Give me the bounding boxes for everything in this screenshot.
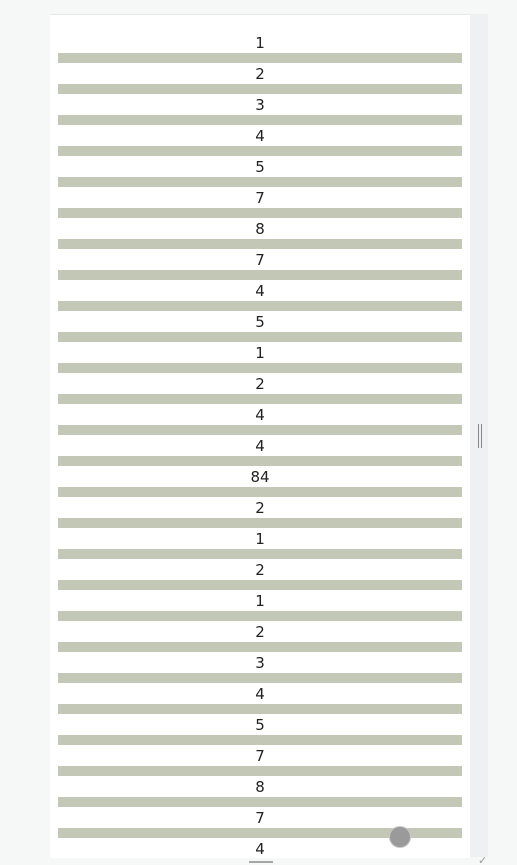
- list-item[interactable]: 2: [58, 551, 462, 590]
- list-item-label: 4: [255, 437, 265, 455]
- list-item[interactable]: 5: [58, 303, 462, 342]
- floating-circle-button[interactable]: [389, 826, 411, 848]
- list-item-label: 7: [255, 251, 265, 269]
- list-item[interactable]: 8: [58, 210, 462, 249]
- list-item-label: 5: [255, 313, 265, 331]
- list-item-label: 1: [255, 592, 265, 610]
- list-item[interactable]: 4: [58, 675, 462, 714]
- list-item-label: 5: [255, 158, 265, 176]
- bottom-tab-indicator: [249, 861, 273, 863]
- list-panel[interactable]: 1 2 3 4 5 7 8 7 4 5 1 2 4 4 84 2 1 2 1 2 3 4 5 7 8 7 4: [50, 14, 470, 858]
- app-window: 1 2 3 4 5 7 8 7 4 5 1 2 4 4 84 2 1 2 1 2 3 4 5 7 8 7 4 ✓: [0, 0, 517, 865]
- list-item-label: 1: [255, 34, 265, 52]
- list-item[interactable]: 1: [58, 334, 462, 373]
- list-item-label: 1: [255, 530, 265, 548]
- list-item[interactable]: 4: [58, 396, 462, 435]
- list-item[interactable]: 1: [58, 582, 462, 621]
- list-item-label: 4: [255, 406, 265, 424]
- list-item-label: 8: [255, 778, 265, 796]
- list-item[interactable]: 84: [58, 458, 462, 497]
- list-item[interactable]: 5: [58, 706, 462, 745]
- splitter-grip-icon[interactable]: [477, 424, 483, 448]
- list-item[interactable]: 3: [58, 644, 462, 683]
- list-item[interactable]: 4: [58, 272, 462, 311]
- list-item-label: 2: [255, 623, 265, 641]
- list-item-label: 3: [255, 654, 265, 672]
- list-item[interactable]: 3: [58, 86, 462, 125]
- list-item[interactable]: 8: [58, 768, 462, 807]
- list-item[interactable]: 4: [58, 117, 462, 156]
- list-item-label: 2: [255, 65, 265, 83]
- list-item-label: 1: [255, 344, 265, 362]
- list-item-label: 7: [255, 189, 265, 207]
- list-item-label: 4: [255, 282, 265, 300]
- list-item[interactable]: 2: [58, 365, 462, 404]
- list-item[interactable]: 4: [58, 427, 462, 466]
- list-item[interactable]: 5: [58, 148, 462, 187]
- list-item[interactable]: 1: [58, 24, 462, 63]
- check-icon: ✓: [478, 854, 488, 865]
- list-item-label: 5: [255, 716, 265, 734]
- list-item-label: 2: [255, 499, 265, 517]
- list-item-label: 2: [255, 561, 265, 579]
- list-item[interactable]: 2: [58, 55, 462, 94]
- list-item[interactable]: 7: [58, 241, 462, 280]
- list-item-label: 7: [255, 809, 265, 827]
- list-item[interactable]: 2: [58, 489, 462, 528]
- list-item-label: 2: [255, 375, 265, 393]
- list-item-label: 8: [255, 220, 265, 238]
- list-item[interactable]: 2: [58, 613, 462, 652]
- list-item-label: 84: [250, 468, 270, 486]
- list-item-label: 7: [255, 747, 265, 765]
- list-item-label: 3: [255, 96, 265, 114]
- list-item[interactable]: 7: [58, 179, 462, 218]
- list-item-label: 4: [255, 685, 265, 703]
- list-item[interactable]: 1: [58, 520, 462, 559]
- list-item-label: 4: [255, 127, 265, 145]
- list-item[interactable]: 7: [58, 737, 462, 776]
